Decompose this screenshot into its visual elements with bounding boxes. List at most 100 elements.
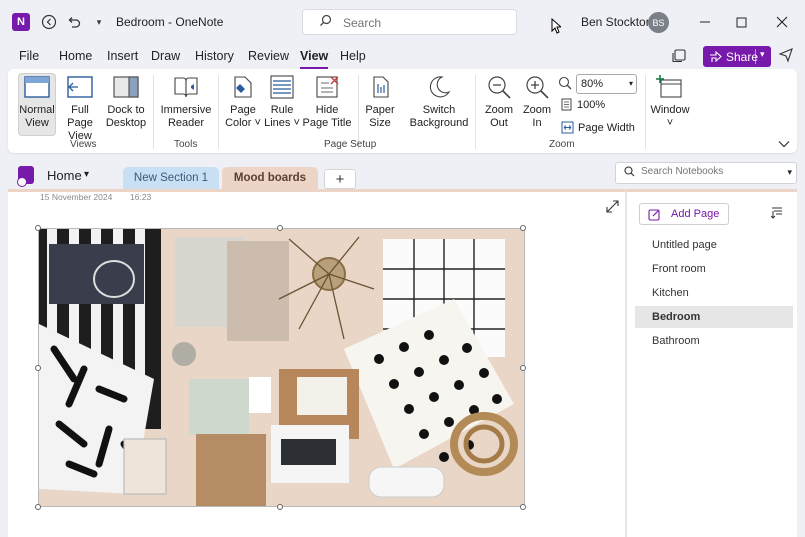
switch-background-label-2: Background bbox=[409, 117, 469, 129]
menu-help[interactable]: Help bbox=[340, 49, 366, 63]
avatar[interactable]: BS bbox=[648, 12, 669, 33]
copilot-icon[interactable] bbox=[778, 47, 794, 66]
close-icon[interactable] bbox=[773, 13, 791, 31]
zoom-out-icon bbox=[488, 76, 511, 99]
page-setup-group-label: Page Setup bbox=[324, 139, 377, 150]
resize-handle[interactable] bbox=[35, 365, 41, 371]
resize-handle[interactable] bbox=[35, 504, 41, 510]
notebook-search-input[interactable] bbox=[641, 166, 781, 177]
zoom-magnifier-icon bbox=[558, 76, 572, 93]
page-color-label-2: Color ˅ bbox=[225, 117, 261, 129]
user-name[interactable]: Ben Stockton bbox=[581, 15, 652, 29]
zoom-in-label-2: In bbox=[532, 117, 542, 129]
immersive-reader-label-1: Immersive bbox=[160, 104, 212, 116]
menu-home[interactable]: Home bbox=[59, 49, 92, 63]
paper-size-icon bbox=[373, 76, 389, 98]
search-icon bbox=[624, 166, 635, 180]
share-button[interactable]: Share ▾ bbox=[703, 46, 771, 67]
ribbon-collapse-chevron-icon[interactable] bbox=[778, 137, 790, 151]
chevron-down-icon: ▾ bbox=[628, 79, 633, 88]
page-item-front-room[interactable]: Front room bbox=[635, 258, 793, 280]
notebook-search-box[interactable]: ▾ bbox=[615, 162, 797, 184]
immersive-reader-label-2: Reader bbox=[167, 117, 205, 129]
rule-lines-label-2: Lines ˅ bbox=[264, 117, 300, 129]
resize-handle[interactable] bbox=[520, 365, 526, 371]
minimize-icon[interactable] bbox=[696, 13, 714, 31]
menu-history[interactable]: History bbox=[195, 49, 234, 63]
add-section-button[interactable]: + bbox=[324, 169, 356, 189]
page-time: 16:23 bbox=[130, 192, 152, 202]
quick-access-chevron-icon[interactable]: ▾ bbox=[89, 12, 109, 32]
full-page-view-button[interactable]: Full Page View bbox=[58, 74, 102, 143]
notebook-name[interactable]: Home bbox=[47, 168, 82, 183]
page-item-bedroom[interactable]: Bedroom bbox=[635, 306, 793, 328]
tools-group-label: Tools bbox=[174, 139, 198, 150]
ribbon-divider bbox=[153, 75, 154, 149]
page-color-icon bbox=[234, 76, 252, 98]
resize-handle[interactable] bbox=[277, 504, 283, 510]
sort-icon[interactable] bbox=[770, 206, 784, 222]
paper-size-button[interactable]: Paper Size bbox=[362, 74, 398, 130]
ribbon-divider bbox=[358, 75, 359, 149]
views-group-label: Views bbox=[70, 139, 97, 150]
hide-page-title-button[interactable]: Hide Page Title bbox=[302, 74, 352, 130]
dock-to-desktop-button[interactable]: Dock to Desktop bbox=[104, 74, 148, 130]
tab-mood-boards[interactable]: Mood boards bbox=[222, 167, 318, 189]
rule-lines-button[interactable]: Rule Lines ˅ bbox=[264, 74, 300, 130]
page-canvas[interactable]: 15 November 2024 16:23 bbox=[8, 189, 625, 537]
menu-draw[interactable]: Draw bbox=[151, 49, 180, 63]
zoom-100-button[interactable]: 100% bbox=[561, 98, 605, 111]
undo-icon[interactable] bbox=[64, 12, 84, 32]
resize-handle[interactable] bbox=[277, 225, 283, 231]
page-item-untitled[interactable]: Untitled page bbox=[635, 234, 793, 256]
page-width-button[interactable]: Page Width bbox=[561, 121, 635, 134]
page-color-button[interactable]: Page Color ˅ bbox=[222, 74, 264, 130]
maximize-icon[interactable] bbox=[732, 13, 750, 31]
tab-new-section-1[interactable]: New Section 1 bbox=[123, 167, 219, 189]
menu-review[interactable]: Review bbox=[248, 49, 289, 63]
add-page-icon bbox=[648, 208, 660, 221]
menu-view[interactable]: View bbox=[300, 49, 329, 69]
share-chevron-icon[interactable]: ▾ bbox=[760, 49, 765, 60]
zoom-in-button[interactable]: Zoom In bbox=[520, 74, 554, 130]
window-button[interactable]: Window ˅ bbox=[649, 74, 691, 130]
zoom-out-label-1: Zoom bbox=[484, 104, 514, 116]
dock-to-desktop-icon bbox=[113, 76, 139, 98]
expand-icon[interactable] bbox=[606, 200, 619, 216]
resize-handle[interactable] bbox=[35, 225, 41, 231]
notebook-chevron-icon[interactable]: ▾ bbox=[84, 169, 89, 180]
switch-background-label-1: Switch bbox=[422, 104, 456, 116]
resize-handle[interactable] bbox=[520, 225, 526, 231]
zoom-level-select[interactable]: 80% ▾ bbox=[576, 74, 637, 94]
zoom-100-label: 100% bbox=[577, 98, 606, 111]
page-width-icon bbox=[561, 121, 574, 134]
mouse-cursor-icon bbox=[551, 18, 561, 34]
page-100-icon bbox=[561, 98, 572, 111]
dock-to-desktop-label-2: Desktop bbox=[105, 117, 147, 129]
menu-file[interactable]: File bbox=[19, 49, 39, 63]
sync-icon bbox=[17, 177, 27, 187]
page-item-bathroom[interactable]: Bathroom bbox=[635, 330, 793, 352]
menu-insert[interactable]: Insert bbox=[107, 49, 138, 63]
add-page-button[interactable]: Add Page bbox=[639, 203, 729, 225]
rule-lines-icon bbox=[270, 75, 294, 99]
resize-handle[interactable] bbox=[520, 504, 526, 510]
search-input[interactable] bbox=[343, 14, 503, 32]
zoom-out-button[interactable]: Zoom Out bbox=[482, 74, 516, 130]
switch-background-button[interactable]: Switch Background bbox=[408, 74, 470, 130]
zoom-in-icon bbox=[526, 76, 549, 99]
zoom-out-label-2: Out bbox=[490, 117, 508, 129]
window-chevron-icon: ˅ bbox=[666, 117, 674, 129]
add-page-label: Add Page bbox=[671, 208, 720, 220]
normal-view-button[interactable]: Normal View bbox=[18, 73, 56, 136]
mood-board-image[interactable] bbox=[38, 228, 525, 507]
notebook-view-icon[interactable] bbox=[672, 49, 686, 66]
search-box[interactable] bbox=[302, 9, 517, 35]
immersive-reader-button[interactable]: Immersive Reader bbox=[160, 74, 212, 130]
normal-view-label-2: View bbox=[25, 117, 49, 129]
normal-view-label-1: Normal bbox=[19, 104, 55, 116]
page-item-kitchen[interactable]: Kitchen bbox=[635, 282, 793, 304]
back-icon[interactable] bbox=[39, 12, 59, 32]
chevron-down-icon[interactable]: ▾ bbox=[787, 167, 792, 178]
normal-view-icon bbox=[24, 76, 50, 98]
